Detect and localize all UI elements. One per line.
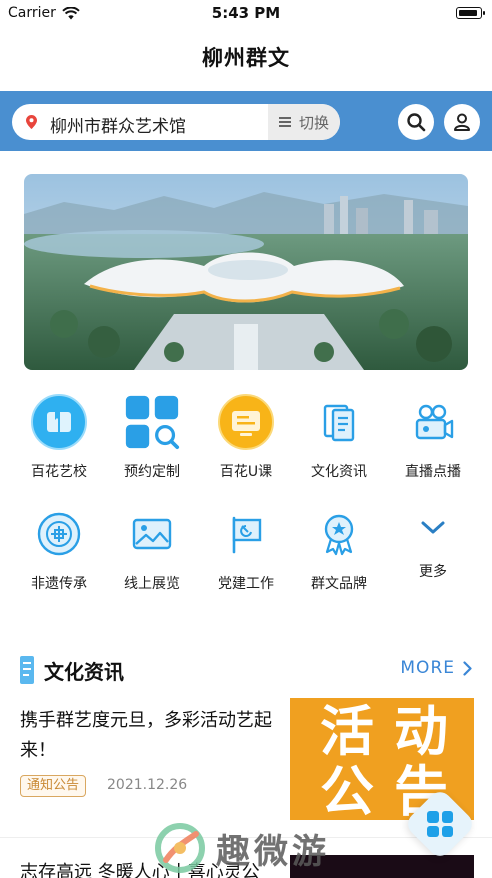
news-item-title[interactable]: 携手群艺度元旦，多彩活动艺起来！ <box>20 706 276 766</box>
menu-label: 百花艺校 <box>31 464 87 480</box>
thumb-word: 公 <box>320 760 374 821</box>
picture-icon <box>132 518 172 550</box>
book-circle-icon <box>31 394 87 450</box>
menu-label: 非遗传承 <box>31 576 87 592</box>
location-name: 柳州市群众艺术馆 <box>50 117 186 137</box>
menu-item-culture-news[interactable]: 文化资讯 <box>294 394 384 481</box>
news-date: 2021.12.26 <box>107 777 188 793</box>
location-selector[interactable]: 柳州市群众艺术馆 切换 <box>12 104 340 140</box>
menu-label: 群文品牌 <box>311 576 367 592</box>
section-title: 文化资讯 <box>44 659 124 684</box>
menu-item-brand[interactable]: 群文品牌 <box>294 506 384 593</box>
document-icon <box>323 404 355 442</box>
switch-location-button[interactable]: 切换 <box>268 104 340 140</box>
more-label: MORE <box>400 658 455 678</box>
menu-label: 直播点播 <box>405 464 461 480</box>
menu-item-heritage[interactable]: 非遗传承 <box>14 506 104 593</box>
user-button[interactable] <box>444 104 480 140</box>
menu-item-booking[interactable]: 预约定制 <box>107 394 197 481</box>
menu-item-baihua-course[interactable]: 百花U课 <box>201 394 291 481</box>
search-band: 柳州市群众艺术馆 切换 <box>0 91 492 151</box>
page-title: 柳州群文 <box>202 46 290 70</box>
chevron-right-icon <box>463 660 472 676</box>
banner-image <box>24 174 468 370</box>
menu-item-more[interactable]: 更多 <box>388 506 478 581</box>
news-section-icon <box>20 656 34 684</box>
menu-label: 文化资讯 <box>311 464 367 480</box>
menu-item-online-exhibition[interactable]: 线上展览 <box>107 506 197 593</box>
chevron-down-icon <box>421 521 445 534</box>
grid-search-icon <box>125 395 180 450</box>
switch-label: 切换 <box>298 113 329 132</box>
search-icon <box>407 113 426 132</box>
more-link[interactable]: MORE <box>400 658 472 678</box>
screen-circle-icon <box>218 394 274 450</box>
battery-fill <box>458 9 477 16</box>
watermark: 趣微游 <box>154 822 330 874</box>
menu-item-baihua-school[interactable]: 百花艺校 <box>14 394 104 481</box>
menu-label: 党建工作 <box>218 576 274 592</box>
battery-icon <box>456 7 485 19</box>
menu-label: 更多 <box>419 564 447 580</box>
apps-icon <box>427 811 453 837</box>
menu-lines-icon <box>278 117 291 127</box>
menu-label: 百花U课 <box>219 464 273 480</box>
menu-label: 线上展览 <box>124 576 180 592</box>
menu-item-party-building[interactable]: 党建工作 <box>201 506 291 593</box>
camera-icon <box>415 404 454 440</box>
user-icon <box>454 113 470 131</box>
banner-carousel[interactable] <box>24 174 468 370</box>
section-header: 文化资讯 <box>20 654 124 686</box>
heritage-icon <box>37 512 81 556</box>
flag-icon <box>232 516 262 554</box>
thumb-word: 活 <box>320 700 374 763</box>
news-tag-badge: 通知公告 <box>20 775 87 797</box>
menu-item-live[interactable]: 直播点播 <box>388 394 478 481</box>
status-time: 5:43 PM <box>211 4 281 22</box>
status-bar: Carrier 5:43 PM <box>0 0 492 26</box>
watermark-text: 趣微游 <box>216 831 330 872</box>
watermark-logo-icon <box>155 823 205 873</box>
search-button[interactable] <box>398 104 434 140</box>
location-pin-icon <box>26 115 37 129</box>
menu-label: 预约定制 <box>124 464 180 480</box>
award-icon <box>324 514 354 556</box>
thumb-word: 动 <box>394 700 448 763</box>
